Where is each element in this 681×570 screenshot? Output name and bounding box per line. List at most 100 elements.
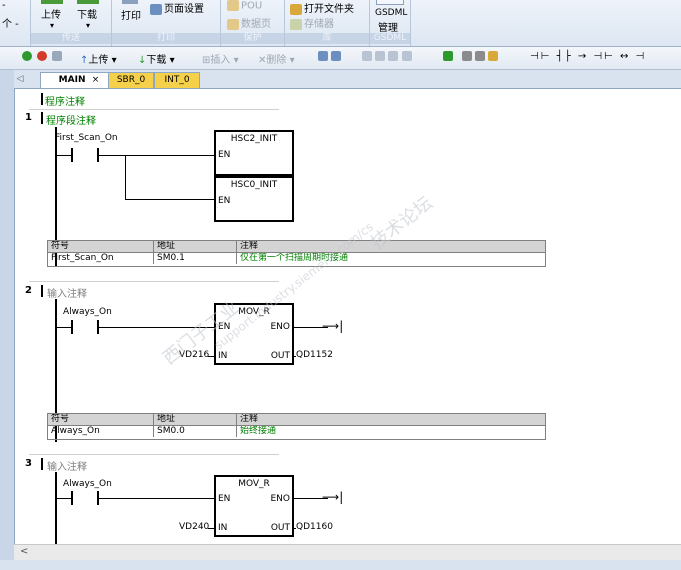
eno-arrow-icon: ⟶| — [322, 490, 344, 504]
ribbon-item-1[interactable]: 个 - — [2, 15, 19, 30]
mov-r-box[interactable]: MOV_R EN ENO IN OUT — [214, 475, 294, 537]
chevron-down-icon[interactable]: ▾ — [86, 21, 90, 30]
box-title: MOV_R — [238, 307, 270, 317]
upload-button[interactable]: 上传 — [41, 6, 61, 21]
tab-sbr0[interactable]: SBR_0 — [108, 72, 154, 88]
column-header: 符号 — [48, 241, 154, 252]
view-icon[interactable] — [362, 51, 412, 65]
tab-main[interactable]: MAIN × — [40, 72, 118, 88]
download-icon — [77, 0, 99, 4]
separator — [29, 281, 279, 282]
lock-icon — [227, 18, 239, 30]
printer-icon — [122, 0, 138, 4]
network-number: 3 — [25, 458, 32, 469]
lock-icon — [227, 0, 239, 11]
wire — [99, 498, 214, 499]
eno-arrow-icon: ⟶| — [322, 319, 344, 333]
gsdml-label[interactable]: GSDML — [375, 8, 407, 18]
network-comment[interactable]: 输入注释 — [47, 458, 87, 473]
download-button[interactable]: 下载 — [77, 6, 97, 21]
network-number: 2 — [25, 285, 32, 296]
no-contact[interactable] — [71, 320, 99, 334]
symbol-table: 符号 地址 注释 First_Scan_On SM0.1 仅在第一个扫描周期时接… — [47, 240, 546, 267]
en-pin: EN — [218, 322, 231, 332]
toolbar-upload-button[interactable]: ↑上传 ▾ — [80, 51, 117, 66]
wire — [208, 528, 214, 529]
symbol-table: 符号 地址 注释 Always_On SM0.0 始终接通 — [47, 413, 546, 440]
box-title: MOV_R — [238, 479, 270, 489]
compile-icon[interactable] — [52, 51, 62, 65]
network-comment[interactable]: 输入注释 — [47, 285, 87, 300]
left-panel-edge — [0, 47, 14, 570]
separator — [29, 109, 279, 110]
hsc0-init-box[interactable]: HSC0_INIT EN — [214, 176, 294, 222]
column-header: 注释 — [240, 414, 259, 424]
horizontal-scrollbar[interactable]: < — [14, 544, 681, 560]
en-pin: EN — [218, 150, 231, 160]
mov-r-box[interactable]: MOV_R EN ENO IN OUT — [214, 303, 294, 365]
wire — [99, 155, 214, 156]
column-header: 注释 — [240, 241, 259, 251]
ladder-editor[interactable]: 程序注释 1 程序段注释 First_Scan_On HSC2_INIT EN … — [14, 89, 681, 544]
wire — [125, 155, 126, 199]
chevron-down-icon[interactable]: ▾ — [50, 21, 54, 30]
contact-label: Always_On — [63, 307, 112, 317]
network-number: 1 — [25, 112, 32, 123]
gsdml-icon — [376, 0, 404, 5]
memory-icon — [290, 18, 302, 30]
delete-button[interactable]: ✕删除 ▾ — [258, 51, 295, 66]
en-pin: EN — [218, 494, 231, 504]
network-comment[interactable]: 程序段注释 — [46, 112, 96, 127]
page-setup-button[interactable]: 页面设置 — [150, 0, 204, 15]
open-folder-button[interactable]: 打开文件夹 — [290, 0, 354, 15]
power-rail — [55, 472, 57, 544]
in-operand[interactable]: VD216 — [179, 350, 209, 360]
box-title: HSC0_INIT — [230, 180, 278, 190]
memory-button[interactable]: 存储器 — [290, 15, 334, 30]
no-contact[interactable] — [71, 148, 99, 162]
table-row[interactable]: Always_On SM0.0 始终接通 — [48, 426, 545, 438]
hsc2-init-box[interactable]: HSC2_INIT EN — [214, 130, 294, 176]
network-comment-marker — [41, 458, 43, 470]
data-page-button[interactable]: 数据页 — [227, 15, 271, 30]
close-tab-icon[interactable]: × — [92, 75, 100, 85]
toolbar-download-button[interactable]: ↓下载 ▾ — [138, 51, 175, 66]
out-operand[interactable]: QD1160 — [296, 522, 333, 532]
column-header: 符号 — [48, 414, 154, 425]
comment-cell: 仅在第一个扫描周期时接通 — [240, 253, 349, 263]
program-comment[interactable]: 程序注释 — [45, 93, 85, 108]
stop-icon[interactable] — [37, 51, 47, 65]
network-icon[interactable] — [318, 51, 342, 65]
in-operand[interactable]: VD240 — [179, 522, 209, 532]
scroll-left-icon[interactable]: < — [20, 546, 28, 557]
tab-int0[interactable]: INT_0 — [154, 72, 200, 88]
pou-button[interactable]: POU — [227, 0, 262, 12]
symbol-table-header: 符号 地址 注释 — [48, 241, 545, 253]
no-contact[interactable] — [71, 491, 99, 505]
column-header: 地址 — [154, 241, 237, 252]
symbol-table-header: 符号 地址 注释 — [48, 414, 545, 426]
ribbon-group-library: 打开文件夹 存储器 库 — [285, 0, 370, 46]
tab-scroll-left-icon[interactable]: ◁ — [14, 72, 26, 87]
gsdml-manage-button[interactable]: 管理 — [378, 19, 398, 34]
in-pin: IN — [218, 351, 228, 361]
run-icon[interactable] — [22, 51, 32, 65]
box-title: HSC2_INIT — [230, 134, 278, 144]
group-caption-gsdml: GSDML — [370, 33, 410, 44]
table-row[interactable]: First_Scan_On SM0.1 仅在第一个扫描周期时接通 — [48, 253, 545, 265]
en-pin: EN — [218, 196, 231, 206]
bookmark-icon[interactable] — [443, 51, 453, 65]
symbol-cell: Always_On — [48, 426, 154, 437]
wire — [99, 327, 214, 328]
network-comment-marker — [41, 285, 43, 297]
ladder-element-icons[interactable]: ⊣⊢ ┤├ → ⊣⊢ ↔ ⊣ — [530, 51, 646, 65]
ribbon-group-gsdml: GSDML 管理 GSDML — [370, 0, 411, 46]
out-operand[interactable]: QD1152 — [296, 350, 333, 360]
print-button[interactable]: 打印 — [121, 7, 141, 22]
editor-toolbar: ↑上传 ▾ ↓下载 ▾ ⊞插入 ▾ ✕删除 ▾ ⊣⊢ ┤├ → ⊣⊢ ↔ ⊣ — [0, 47, 681, 70]
ribbon-item-0[interactable]: - — [2, 0, 6, 11]
group-caption-print: 打印 — [112, 33, 220, 44]
protect-icon[interactable] — [462, 51, 499, 65]
upload-icon — [41, 0, 63, 4]
insert-button[interactable]: ⊞插入 ▾ — [202, 51, 239, 66]
